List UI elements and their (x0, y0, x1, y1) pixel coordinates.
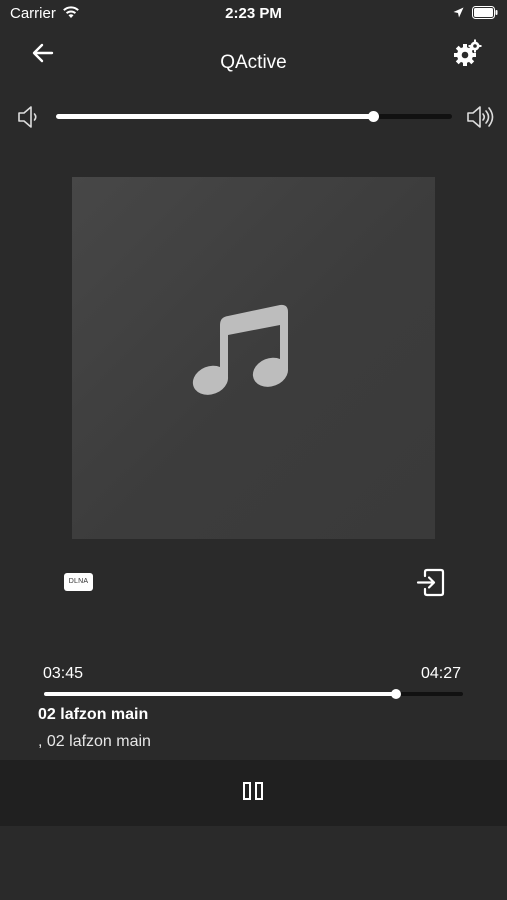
pause-button[interactable] (238, 778, 270, 808)
volume-slider-thumb[interactable] (367, 111, 379, 122)
speaker-low-icon (18, 106, 37, 128)
track-title: 02 lafzon main (38, 706, 149, 723)
volume-slider[interactable] (56, 111, 452, 122)
speaker-high-icon (467, 106, 494, 128)
elapsed-time: 03:45 (43, 665, 84, 682)
page-title: QActive (220, 52, 287, 73)
gear-icon[interactable] (452, 38, 482, 68)
track-subtitle: , 02 lafzon main (38, 733, 151, 750)
battery-icon (472, 6, 498, 19)
status-time: 2:23 PM (225, 5, 282, 22)
playback-progress-thumb[interactable] (390, 689, 401, 699)
playback-progress-fill (44, 692, 396, 696)
pause-icon (243, 782, 251, 800)
album-artwork (72, 177, 435, 539)
location-arrow-icon (453, 7, 464, 18)
total-time: 04:27 (421, 665, 462, 682)
exit-icon[interactable] (416, 568, 445, 597)
pause-icon (255, 782, 263, 800)
music-note-icon (192, 304, 289, 395)
volume-slider-fill (56, 114, 373, 119)
status-bar: Carrier 2:23 PM (0, 0, 507, 28)
dlna-badge: DLNA (64, 573, 93, 591)
playback-progress-slider[interactable] (44, 689, 463, 699)
playback-control-bar (0, 760, 507, 826)
